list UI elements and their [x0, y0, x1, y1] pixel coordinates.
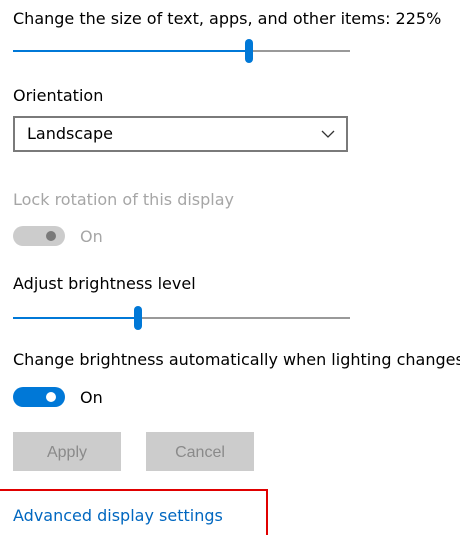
brightness-slider-fill [13, 317, 138, 319]
auto-brightness-label: Change brightness automatically when lig… [13, 350, 460, 369]
brightness-slider[interactable] [13, 306, 350, 330]
lock-rotation-toggle[interactable] [13, 226, 65, 246]
orientation-selected-value: Landscape [27, 124, 113, 143]
auto-brightness-toggle[interactable] [13, 387, 65, 407]
advanced-display-settings-link[interactable]: Advanced display settings [13, 506, 223, 526]
lock-rotation-label: Lock rotation of this display [13, 190, 234, 209]
brightness-slider-track [138, 317, 350, 319]
orientation-label: Orientation [13, 86, 104, 105]
apply-button[interactable]: Apply [13, 432, 121, 471]
scale-slider-track [249, 50, 350, 52]
highlight-box-right [266, 489, 268, 535]
scale-slider-thumb[interactable] [245, 39, 253, 63]
lock-rotation-toggle-knob [46, 231, 56, 241]
display-settings-panel: Change the size of text, apps, and other… [0, 0, 460, 535]
scale-label: Change the size of text, apps, and other… [13, 9, 442, 28]
auto-brightness-state: On [80, 388, 103, 407]
brightness-slider-thumb[interactable] [134, 306, 142, 330]
brightness-label: Adjust brightness level [13, 274, 196, 293]
cancel-button[interactable]: Cancel [146, 432, 254, 471]
orientation-dropdown[interactable]: Landscape [13, 116, 348, 152]
auto-brightness-toggle-knob [46, 392, 56, 402]
chevron-down-icon [320, 124, 336, 144]
scale-slider-fill [13, 50, 249, 52]
scale-slider[interactable] [13, 39, 350, 63]
highlight-box-top [0, 489, 268, 491]
lock-rotation-state: On [80, 227, 103, 246]
